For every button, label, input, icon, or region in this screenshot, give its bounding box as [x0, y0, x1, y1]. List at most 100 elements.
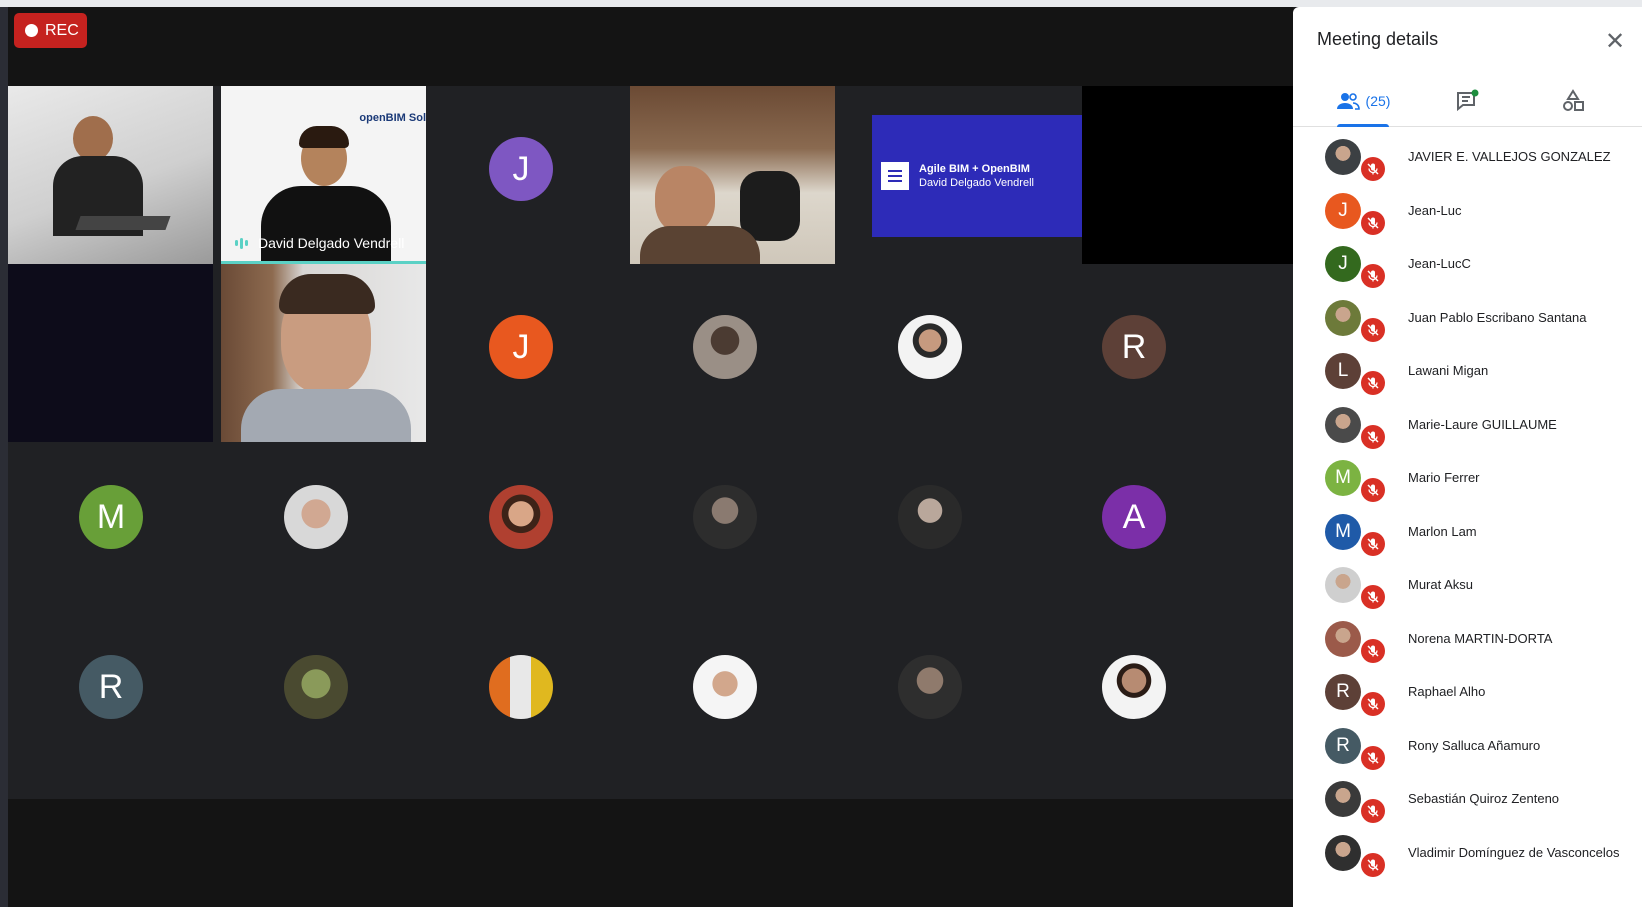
participant-name: Raphael Alho: [1408, 684, 1486, 699]
participant-avatar: [1325, 567, 1361, 603]
participant-avatar: [1325, 620, 1361, 657]
tab-people[interactable]: (25): [1313, 75, 1413, 127]
participant-name: Marie-Laure GUILLAUME: [1408, 416, 1557, 432]
video-stage: REC openBIM Sol David Delgado Vendrell J…: [8, 7, 1293, 907]
avatar-letter: R: [98, 667, 124, 706]
slide-text: openBIM Sol: [359, 112, 426, 124]
participant-avatar: [1325, 834, 1361, 871]
chat-icon: [1457, 89, 1479, 112]
participant-row[interactable]: Marie-Laure GUILLAUME: [1293, 397, 1642, 453]
participant-name: Juan Pablo Escribano Santana: [1408, 309, 1587, 325]
participant-row[interactable]: JAVIER E. VALLEJOS GONZALEZ: [1293, 129, 1642, 185]
people-icon: [1336, 93, 1360, 110]
participant-row[interactable]: J Jean-LucC: [1293, 236, 1642, 292]
participant-row[interactable]: Vladimir Domínguez de Vasconcelos: [1293, 825, 1642, 881]
participant-row[interactable]: R Raphael Alho: [1293, 664, 1642, 720]
video-tile-speaker[interactable]: openBIM Sol David Delgado Vendrell: [221, 86, 426, 264]
avatar-a[interactable]: A: [1102, 485, 1166, 549]
video-tile-1[interactable]: [8, 86, 213, 264]
speaker-hair: [299, 126, 349, 148]
presentation-presenter: David Delgado Vendrell: [919, 177, 1034, 189]
avatar-letter: A: [1122, 497, 1146, 536]
mic-off-icon: [1361, 210, 1385, 235]
participant-row[interactable]: Sebastián Quiroz Zenteno: [1293, 771, 1642, 827]
man-hair: [279, 274, 375, 314]
avatar-photo[interactable]: [898, 485, 962, 549]
man-head: [655, 166, 715, 234]
avatar-photo[interactable]: [284, 655, 348, 719]
video-tile-camera[interactable]: [630, 86, 835, 264]
participant-row[interactable]: R Rony Salluca Añamuro: [1293, 718, 1642, 774]
avatar-photo[interactable]: [489, 655, 553, 719]
person-silhouette: [73, 116, 113, 161]
mic-off-icon: [1361, 638, 1385, 663]
speaker-name-label: David Delgado Vendrell: [235, 235, 404, 251]
left-edge: [0, 7, 8, 907]
sweater: [241, 389, 411, 442]
mic-off-icon: [1361, 478, 1385, 502]
mic-off-icon: [1361, 531, 1385, 556]
participant-row[interactable]: M Marlon Lam: [1293, 504, 1642, 560]
participant-name: Vladimir Domínguez de Vasconcelos: [1408, 844, 1620, 860]
mic-off-icon: [1361, 585, 1385, 609]
avatar-letter: J: [512, 149, 530, 188]
participant-avatar: J: [1325, 192, 1361, 229]
avatar-letter: J: [512, 327, 530, 366]
avatar-r-1[interactable]: R: [1102, 315, 1166, 379]
avatar-photo[interactable]: [1102, 655, 1166, 719]
avatar-j-1[interactable]: J: [489, 137, 553, 201]
avatar-photo[interactable]: [693, 485, 757, 549]
tab-chat[interactable]: [1418, 75, 1518, 127]
participant-name: Sebastián Quiroz Zenteno: [1408, 791, 1560, 806]
avatar-photo[interactable]: [693, 655, 757, 719]
presentation-tile[interactable]: Agile BIM + OpenBIM David Delgado Vendre…: [872, 115, 1085, 237]
participant-avatar: R: [1325, 727, 1361, 764]
participant-name: Rony Salluca Añamuro: [1408, 737, 1541, 753]
avatar-photo[interactable]: [284, 485, 348, 549]
active-tab-indicator: [1337, 124, 1389, 127]
mic-off-icon: [1361, 852, 1385, 877]
mic-off-icon: [1361, 799, 1385, 823]
panel-title: Meeting details: [1317, 29, 1439, 49]
meeting-details-panel: Meeting details ✕ (25) JAVIER E. VALLEJO…: [1293, 7, 1642, 907]
avatar-photo[interactable]: [898, 655, 962, 719]
participant-avatar: [1325, 139, 1361, 175]
participant-avatar: [1325, 406, 1361, 443]
chair-back: [740, 171, 800, 241]
shapes-icon: [1563, 89, 1584, 111]
video-tile-glasses[interactable]: [221, 264, 426, 442]
avatar-photo[interactable]: [489, 485, 553, 549]
participant-name: Lawani Migan: [1408, 363, 1489, 378]
mic-off-icon: [1361, 317, 1385, 342]
avatar-photo[interactable]: [898, 315, 962, 379]
video-tile-dark[interactable]: [8, 264, 213, 442]
mic-off-icon: [1361, 424, 1385, 449]
participant-row[interactable]: L Lawani Migan: [1293, 343, 1642, 399]
browser-top-strip: [0, 0, 1642, 7]
recording-badge: REC: [14, 13, 87, 48]
avatar-j-2[interactable]: J: [489, 315, 553, 379]
close-icon[interactable]: ✕: [1603, 30, 1627, 55]
participant-row[interactable]: Murat Aksu: [1293, 557, 1642, 613]
avatar-photo[interactable]: [693, 315, 757, 379]
participant-row[interactable]: J Jean-Luc: [1293, 183, 1642, 239]
participant-row[interactable]: Juan Pablo Escribano Santana: [1293, 290, 1642, 346]
participant-name: Jean-LucC: [1408, 256, 1471, 271]
participant-avatar: [1325, 781, 1361, 817]
tab-activities[interactable]: [1523, 75, 1623, 127]
participant-row[interactable]: Norena MARTIN-DORTA: [1293, 611, 1642, 667]
man-body: [640, 226, 760, 264]
video-tile-black[interactable]: [1082, 86, 1293, 264]
participant-name: Jean-Luc: [1408, 202, 1462, 218]
participant-row[interactable]: M Mario Ferrer: [1293, 450, 1642, 506]
desk-keyboard: [75, 216, 171, 230]
mic-off-icon: [1361, 264, 1385, 288]
mic-off-icon: [1361, 745, 1385, 770]
participant-name: JAVIER E. VALLEJOS GONZALEZ: [1408, 149, 1611, 164]
avatar-letter: R: [1121, 327, 1147, 366]
avatar-m[interactable]: M: [79, 485, 143, 549]
participant-name: Marlon Lam: [1408, 523, 1477, 539]
participant-avatar: [1325, 299, 1361, 336]
audio-level-icon: [235, 237, 248, 249]
avatar-r-2[interactable]: R: [79, 655, 143, 719]
